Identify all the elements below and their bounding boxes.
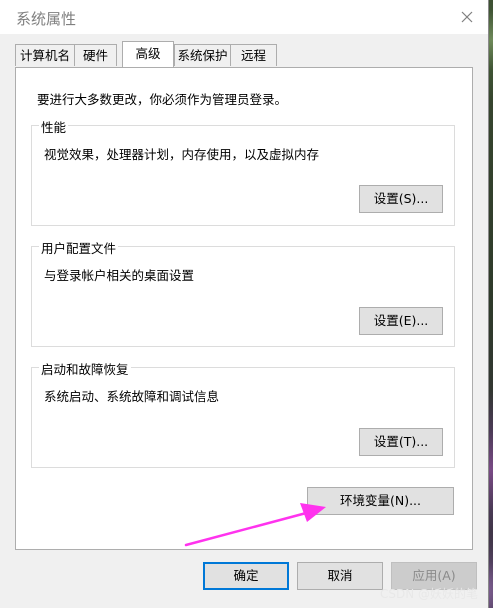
performance-settings-button[interactable]: 设置(S)... [359,185,443,213]
tab-remote[interactable]: 远程 [230,44,277,66]
tab-hardware[interactable]: 硬件 [74,44,117,66]
user-profiles-group: 用户配置文件 与登录帐户相关的桌面设置 设置(E)... [31,238,455,347]
user-profiles-description: 与登录帐户相关的桌面设置 [44,268,195,283]
admin-note: 要进行大多数更改，你必须作为管理员登录。 [37,92,288,107]
cancel-button[interactable]: 取消 [297,562,383,590]
ok-button[interactable]: 确定 [203,562,289,590]
system-properties-dialog: 系统属性 计算机名 硬件 高级 系统保护 远程 要进行大多数更改，你必须作为管理… [0,0,489,608]
environment-variables-button[interactable]: 环境变量(N)... [307,487,454,515]
performance-group: 性能 视觉效果，处理器计划，内存使用，以及虚拟内存 设置(S)... [31,117,455,226]
user-profiles-title: 用户配置文件 [39,238,119,257]
tab-system-protection[interactable]: 系统保护 [174,44,231,66]
performance-title: 性能 [39,117,69,136]
close-button[interactable] [451,1,483,33]
close-icon [461,11,473,23]
user-profiles-settings-button[interactable]: 设置(E)... [359,307,443,335]
advanced-tab-panel: 要进行大多数更改，你必须作为管理员登录。 性能 视觉效果，处理器计划，内存使用，… [15,67,473,550]
title-bar: 系统属性 [0,0,488,34]
tab-computer-name[interactable]: 计算机名 [15,44,75,66]
watermark: CSDN @妖妖的笔 [380,587,479,601]
performance-description: 视觉效果，处理器计划，内存使用，以及虚拟内存 [44,147,320,162]
startup-recovery-title: 启动和故障恢复 [39,359,131,378]
startup-recovery-description: 系统启动、系统故障和调试信息 [44,389,220,404]
startup-recovery-group: 启动和故障恢复 系统启动、系统故障和调试信息 设置(T)... [31,359,455,468]
tab-advanced[interactable]: 高级 [122,41,174,67]
window-title: 系统属性 [16,10,77,28]
startup-recovery-settings-button[interactable]: 设置(T)... [359,428,443,456]
